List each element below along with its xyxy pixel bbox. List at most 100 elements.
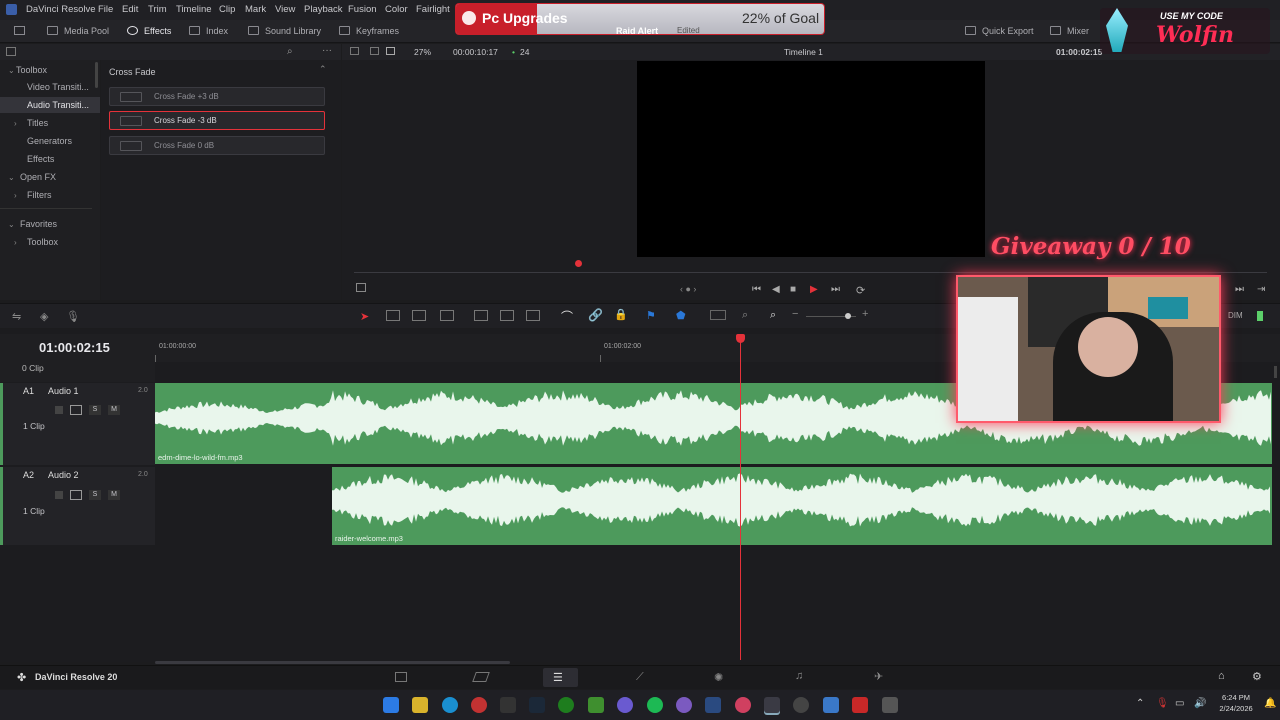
overwrite-icon[interactable] — [500, 310, 514, 321]
vivaldi-icon[interactable] — [471, 697, 487, 713]
zoom-slider-handle[interactable] — [845, 313, 851, 319]
safe-area-icon[interactable] — [356, 283, 366, 292]
scrubber-playhead[interactable] — [575, 260, 582, 267]
tree-audio-transitions[interactable]: Audio Transiti... — [0, 97, 100, 113]
cut-page-icon[interactable] — [472, 672, 490, 682]
play-icon[interactable]: ▶ — [810, 284, 818, 295]
zoom-custom-icon[interactable]: ⌕ — [770, 309, 776, 322]
layout-icon[interactable]: ⇋ — [12, 310, 21, 323]
media-page-icon[interactable] — [395, 672, 407, 682]
skip-start-icon[interactable]: ⏮ — [752, 284, 761, 295]
mute-button[interactable]: M — [108, 405, 120, 415]
audio-clip-a2[interactable]: raider-welcome.mp3 — [332, 467, 1272, 545]
zoom-out-icon[interactable]: − — [792, 308, 798, 320]
snapping-icon[interactable]: ⌒ — [561, 308, 573, 325]
deliver-page-icon[interactable]: ✈ — [874, 670, 883, 683]
app-icon[interactable] — [823, 697, 839, 713]
tree-generators[interactable]: Generators — [0, 133, 100, 149]
minecraft-icon[interactable] — [588, 697, 604, 713]
blade-tool-icon[interactable] — [412, 310, 426, 321]
menu-trim[interactable]: Trim — [148, 4, 167, 15]
fairlight-page-icon[interactable]: ♫ — [795, 670, 803, 682]
network-icon[interactable]: ▭ — [1175, 698, 1184, 709]
settings-gear-icon[interactable]: ⚙ — [1252, 670, 1262, 683]
maps-icon[interactable] — [735, 697, 751, 713]
index-button[interactable]: Index — [189, 26, 228, 36]
select-arrow-icon[interactable]: ➤ — [360, 310, 369, 323]
spotify-icon[interactable] — [647, 697, 663, 713]
app-icon[interactable] — [676, 697, 692, 713]
fusion-page-icon[interactable]: ⟋ — [636, 671, 644, 684]
flag-icon[interactable]: ⚑ — [646, 309, 656, 322]
tree-video-transitions[interactable]: Video Transiti... — [0, 79, 100, 95]
menu-playback[interactable]: Playback — [304, 4, 343, 15]
settings-icon[interactable]: ◈ — [40, 310, 48, 323]
notification-icon[interactable]: 🔔 — [1264, 698, 1276, 709]
track-header-a1[interactable]: A1 Audio 1 2.0 S M 1 Clip — [0, 383, 155, 465]
tree-open-fx[interactable]: ⌄ Open FX — [0, 169, 100, 185]
dynamic-trim-icon[interactable] — [440, 310, 454, 321]
sound-library-button[interactable]: Sound Library — [248, 26, 321, 36]
dim-button[interactable]: DIM — [1228, 311, 1243, 320]
xbox-icon[interactable] — [558, 697, 574, 713]
media-pool-button[interactable]: Media Pool — [47, 26, 109, 36]
step-back-icon[interactable]: ◀ — [772, 284, 780, 295]
menu-fairlight[interactable]: Fairlight — [416, 4, 450, 15]
solo-button[interactable]: S — [89, 405, 101, 415]
effect-item[interactable]: Cross Fade 0 dB — [109, 136, 325, 155]
horizontal-scrollbar[interactable] — [155, 661, 510, 664]
jog-control-icon[interactable]: ‹ ● › — [680, 284, 696, 294]
app-icon[interactable] — [793, 697, 809, 713]
lock-icon[interactable] — [55, 491, 63, 499]
quick-export-button[interactable]: Quick Export — [965, 26, 1034, 36]
loop-icon[interactable]: ⟳ — [856, 284, 865, 297]
davinci-taskbar-icon[interactable] — [764, 697, 780, 713]
lock-icon[interactable]: 🔒 — [614, 308, 628, 321]
mic-icon[interactable]: 🎙 — [66, 310, 80, 323]
marker-icon[interactable]: ⬟ — [676, 309, 686, 322]
menu-color[interactable]: Color — [385, 4, 408, 15]
color-page-icon[interactable]: ✺ — [714, 671, 723, 684]
zoom-in-icon[interactable]: + — [862, 308, 868, 320]
more-options-icon[interactable]: ··· — [322, 45, 332, 56]
effect-item-selected[interactable]: Cross Fade -3 dB — [109, 111, 325, 130]
mic-tray-icon[interactable]: 🎙 — [1156, 698, 1169, 709]
tray-chevron-icon[interactable]: ⌃ — [1136, 698, 1144, 709]
next-frame-icon[interactable]: ⏭ — [1235, 284, 1244, 295]
search-icon[interactable]: ⌕ — [287, 46, 293, 57]
link-icon[interactable]: 🔗 — [588, 308, 603, 322]
menu-clip[interactable]: Clip — [219, 4, 235, 15]
tree-favorites-toolbox[interactable]: › Toolbox — [0, 234, 100, 250]
keyframes-button[interactable]: Keyframes — [339, 26, 399, 36]
layout-icon[interactable] — [350, 47, 359, 55]
end-icon[interactable]: ⇥ — [1257, 284, 1265, 295]
tree-titles[interactable]: › Titles — [0, 115, 100, 131]
track-name[interactable]: Audio 2 — [48, 470, 79, 480]
mixer-button[interactable]: Mixer — [1050, 26, 1089, 36]
layout-icon[interactable] — [386, 47, 395, 55]
solo-button[interactable]: S — [89, 490, 101, 500]
effect-item[interactable]: Cross Fade +3 dB — [109, 87, 325, 106]
tree-favorites[interactable]: ⌄ Favorites — [0, 216, 100, 232]
zoom-full-icon[interactable] — [710, 310, 726, 320]
scrollbar[interactable] — [95, 62, 98, 88]
menu-file[interactable]: File — [98, 4, 113, 15]
zoom-level[interactable]: 27% — [414, 47, 431, 57]
auto-select-icon[interactable] — [70, 490, 82, 500]
menu-mark[interactable]: Mark — [245, 4, 266, 15]
layout-icon[interactable] — [370, 47, 379, 55]
obs-icon[interactable] — [500, 697, 516, 713]
edge-icon[interactable] — [442, 697, 458, 713]
volume-icon[interactable]: 🔊 — [1194, 698, 1206, 709]
skip-end-icon[interactable]: ⏭ — [831, 284, 840, 295]
zoom-detail-icon[interactable]: ⌕ — [742, 309, 748, 322]
effects-button[interactable]: Effects — [127, 26, 171, 36]
collapse-icon[interactable]: ⌃ — [319, 64, 327, 75]
insert-icon[interactable] — [474, 310, 488, 321]
vertical-scrollbar[interactable] — [1274, 366, 1277, 378]
timeline-name[interactable]: Timeline 1 — [784, 47, 823, 57]
app-icon[interactable] — [882, 697, 898, 713]
replace-icon[interactable] — [526, 310, 540, 321]
discord-icon[interactable] — [617, 697, 633, 713]
file-explorer-icon[interactable] — [412, 697, 428, 713]
